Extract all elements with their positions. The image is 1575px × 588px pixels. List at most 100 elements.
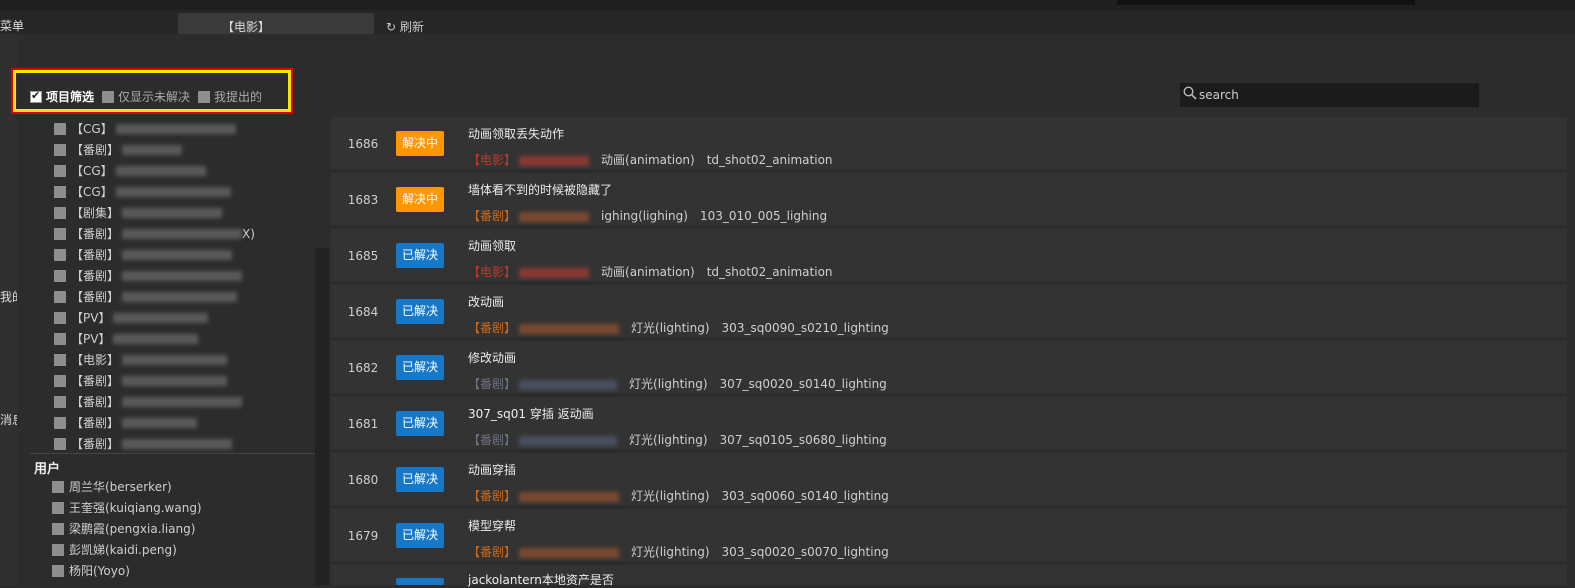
project-checkbox[interactable]	[54, 437, 66, 450]
project-checkbox[interactable]	[54, 143, 66, 156]
project-item[interactable]: 【番剧】 X)	[54, 223, 255, 244]
project-checkbox[interactable]	[54, 164, 66, 177]
project-checkbox[interactable]	[54, 311, 66, 324]
project-checkbox[interactable]	[54, 227, 66, 240]
project-filter-checkbox[interactable]	[30, 89, 42, 103]
refresh-icon: ↻	[386, 20, 397, 34]
project-item[interactable]: 【CG】	[54, 118, 255, 139]
issue-row[interactable]: 1683 解决中 墙体看不到的时候被隐藏了 【番剧】 ighing(lighing…	[331, 173, 1567, 225]
issue-id: 1679	[347, 529, 379, 543]
project-name-redacted	[122, 207, 223, 218]
issue-row[interactable]: 1685 已解决 动画领取 【电影】 动画(animation) td_shot02…	[331, 229, 1567, 281]
project-name-redacted	[115, 165, 206, 176]
issue-id: 1685	[347, 249, 379, 263]
project-item[interactable]: 【番剧】	[54, 370, 255, 391]
project-checkbox[interactable]	[54, 122, 66, 135]
status-badge: 已解决	[396, 411, 444, 436]
project-tag: 【番剧】	[71, 290, 120, 304]
project-item[interactable]: 【CG】	[54, 181, 255, 202]
user-item[interactable]: 周兰华(berserker)	[52, 476, 202, 497]
project-checkbox[interactable]	[54, 395, 66, 408]
project-name-redacted	[519, 211, 590, 222]
project-checkbox[interactable]	[54, 374, 66, 387]
background-left-nav	[0, 34, 17, 585]
unresolved-only-checkbox[interactable]	[102, 90, 115, 103]
issue-id: 1683	[347, 193, 379, 207]
issue-meta: 【番剧】 灯光(lighting) 303_sq0060_s0140_lightin…	[468, 487, 889, 504]
project-item[interactable]: 【番剧】	[54, 391, 255, 412]
project-tag: 【番剧】	[71, 374, 120, 388]
project-item[interactable]: 【番剧】	[54, 139, 255, 160]
unresolved-only-label[interactable]: 仅显示未解决	[118, 88, 190, 105]
project-name-redacted	[122, 375, 228, 386]
project-name-redacted	[115, 186, 231, 197]
user-name: 梁鹏霞(pengxia.liang)	[69, 522, 196, 536]
project-item[interactable]: 【PV】	[54, 307, 255, 328]
issue-title: 墙体看不到的时候被隐藏了	[468, 183, 613, 197]
user-name: 杨阳(Yoyo)	[69, 564, 130, 578]
project-item[interactable]: 【番剧】	[54, 412, 255, 433]
user-item[interactable]: 梁鹏霞(pengxia.liang)	[52, 518, 202, 539]
issue-title: 模型穿帮	[468, 519, 517, 533]
user-name: 彭凯娣(kaidi.peng)	[69, 543, 177, 557]
project-checkbox[interactable]	[54, 248, 66, 261]
project-item[interactable]: 【番剧】	[54, 244, 255, 265]
project-checkbox[interactable]	[54, 416, 66, 429]
user-item[interactable]: 彭凯娣(kaidi.peng)	[52, 539, 202, 560]
search-icon	[1183, 86, 1199, 102]
project-checkbox[interactable]	[54, 332, 66, 345]
project-filter-label[interactable]: 项目筛选	[46, 88, 94, 105]
project-checkbox[interactable]	[54, 353, 66, 366]
issue-project: 【番剧】	[468, 321, 517, 335]
project-checkbox[interactable]	[54, 185, 66, 198]
issue-row[interactable]: 1681 已解决 307_sq01 穿插 返动画 【番剧】 灯光(lighting…	[331, 397, 1567, 449]
issue-row[interactable]: 1686 解决中 动画领取丢失动作 【电影】 动画(animation) td_sh…	[331, 117, 1567, 169]
user-checkbox[interactable]	[52, 480, 64, 493]
project-item[interactable]: 【番剧】	[54, 286, 255, 307]
project-item[interactable]: 【番剧】	[54, 433, 255, 454]
project-item[interactable]: 【PV】	[54, 328, 255, 349]
project-tag: 【番剧】	[71, 227, 120, 241]
project-name-redacted	[122, 249, 233, 260]
user-checkbox[interactable]	[52, 501, 64, 514]
raised-by-me-checkbox[interactable]	[198, 90, 211, 103]
project-name-redacted	[122, 144, 183, 155]
user-checkbox[interactable]	[52, 543, 64, 556]
raised-by-me-label[interactable]: 我提出的	[214, 88, 262, 105]
issue-shot: 303_sq0060_s0140_lighting	[721, 489, 889, 503]
project-item[interactable]: 【电影】	[54, 349, 255, 370]
issue-project: 【番剧】	[468, 489, 517, 503]
issue-task: ighing(lighing)	[601, 209, 688, 223]
issue-shot: 103_010_005_lighing	[699, 209, 828, 223]
project-item[interactable]: 【CG】	[54, 160, 255, 181]
search-input[interactable]	[1199, 84, 1475, 106]
user-item[interactable]: 杨阳(Yoyo)	[52, 560, 202, 581]
issue-task: 灯光(lighting)	[631, 489, 710, 503]
status-badge: 已解决	[396, 523, 444, 548]
project-item[interactable]: 【剧集】	[54, 202, 255, 223]
project-checkbox[interactable]	[54, 290, 66, 303]
project-item[interactable]: 【番剧】	[54, 265, 255, 286]
left-panel-scrollbar[interactable]	[315, 248, 329, 585]
project-checkbox[interactable]	[54, 206, 66, 219]
issue-title: jackolantern本地资产是否	[468, 573, 614, 587]
issue-row[interactable]: jackolantern本地资产是否	[331, 565, 1567, 587]
project-checkbox[interactable]	[54, 269, 66, 282]
user-checkbox[interactable]	[52, 564, 64, 577]
background-tab-label: 【电影】	[222, 20, 271, 34]
issue-task: 动画(animation)	[601, 153, 695, 167]
project-tag: 【电影】	[71, 353, 120, 367]
issue-row[interactable]: 1684 已解决 改动画 【番剧】 灯光(lighting) 303_sq0090_…	[331, 285, 1567, 337]
users-heading: 用户	[34, 462, 61, 477]
issue-row[interactable]: 1682 已解决 修改动画 【番剧】 灯光(lighting) 307_sq0020…	[331, 341, 1567, 393]
user-checkbox[interactable]	[52, 522, 64, 535]
issue-shot: 307_sq0105_s0680_lighting	[719, 433, 887, 447]
issue-row[interactable]: 1679 已解决 模型穿帮 【番剧】 灯光(lighting) 303_sq0020…	[331, 509, 1567, 561]
user-item[interactable]: 王奎强(kuiqiang.wang)	[52, 497, 202, 518]
issue-meta: 【番剧】 灯光(lighting) 307_sq0105_s0680_lightin…	[468, 431, 887, 448]
background-refresh-button[interactable]: ↻ 刷新	[386, 18, 424, 35]
project-tag: 【番剧】	[71, 416, 120, 430]
project-list: 【CG】 【番剧】 【CG】 【CG】 【剧集】 【番剧】 X) 【番剧】 【番剧…	[54, 118, 255, 454]
issue-row[interactable]: 1680 已解决 动画穿插 【番剧】 灯光(lighting) 303_sq0060…	[331, 453, 1567, 505]
background-tab[interactable]	[178, 13, 374, 34]
